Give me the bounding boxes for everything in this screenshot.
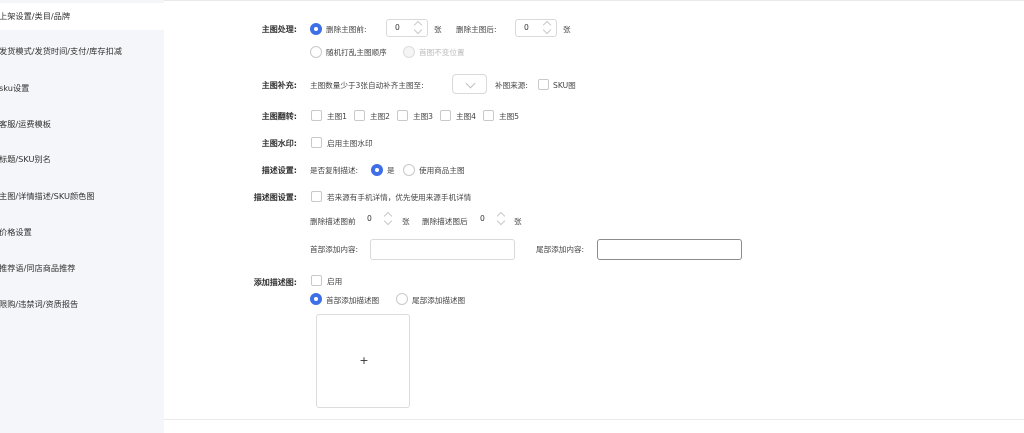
copy-description-yes-radio[interactable] xyxy=(371,164,383,176)
sidebar-item-service-freight[interactable]: 客服/运费模板 xyxy=(0,111,164,138)
sku-image-checkbox[interactable] xyxy=(538,79,549,90)
delete-desc-before-label: 删除描述图前 xyxy=(310,217,356,226)
stepper-arrows-icon[interactable] xyxy=(381,211,397,227)
sidebar-item-label: 主图/详情描述/SKU颜色图 xyxy=(0,191,95,201)
shuffle-main-label: 随机打乱主图顺序 xyxy=(326,48,387,57)
copy-description-yes-label: 是 xyxy=(387,166,395,175)
sidebar-item-label: 标题/SKU别名 xyxy=(0,154,51,164)
tail-content-label: 尾部添加内容: xyxy=(536,245,585,254)
upload-image-box[interactable]: + xyxy=(316,314,410,408)
prefer-mobile-label: 若来源有手机详情，优先使用来源手机详情 xyxy=(327,193,472,202)
main-image-flip-label: 主图翻转: xyxy=(261,112,297,121)
flip-main4-label: 主图4 xyxy=(456,112,477,121)
main-image-fill-desc: 主图数量少于3张自动补齐主图至: xyxy=(310,81,424,90)
tail-add-image-radio[interactable] xyxy=(396,293,408,305)
delete-desc-after-input[interactable]: 0 xyxy=(476,211,510,229)
copy-description-label: 是否复制描述: xyxy=(310,166,359,175)
flip-main5-label: 主图5 xyxy=(499,112,520,121)
sidebar-item-price[interactable]: 价格设置 xyxy=(0,219,164,246)
add-desc-image-enable-label: 启用 xyxy=(327,277,343,286)
sidebar-item-label: 限购/违禁词/资质报告 xyxy=(0,299,79,309)
shuffle-main-radio[interactable] xyxy=(310,46,322,58)
flip-main2-label: 主图2 xyxy=(370,112,391,121)
unit-label: 张 xyxy=(402,217,410,226)
delete-main-after-input[interactable]: 0 xyxy=(515,19,557,37)
delete-main-after-label: 删除主图后: xyxy=(456,25,497,34)
delete-desc-before-input[interactable]: 0 xyxy=(363,211,397,229)
description-settings-label: 描述设置: xyxy=(261,166,297,175)
use-main-image-radio[interactable] xyxy=(403,164,415,176)
add-desc-image-checkbox[interactable] xyxy=(311,275,322,286)
flip-main4-checkbox[interactable] xyxy=(440,110,451,121)
sidebar-item-recommendations[interactable]: 推荐语/同店商品推荐 xyxy=(0,255,164,282)
sidebar-item-shipping-payment-stock[interactable]: 发货模式/发货时间/支付/库存扣减 xyxy=(0,38,164,65)
flip-main1-checkbox[interactable] xyxy=(311,110,322,121)
sidebar-item-label: 上架设置/类目/品牌 xyxy=(0,11,71,21)
delete-main-before-value: 0 xyxy=(395,23,400,32)
tail-content-input[interactable] xyxy=(597,239,742,260)
watermark-enable-label: 启用主图水印 xyxy=(327,139,373,148)
fill-count-select[interactable] xyxy=(452,74,487,94)
head-content-label: 首部添加内容: xyxy=(310,245,359,254)
main-image-processing-label: 主图处理: xyxy=(261,25,297,34)
plus-icon: + xyxy=(359,354,369,367)
main-image-watermark-label: 主图水印: xyxy=(261,139,297,148)
head-add-image-label: 首部添加描述图 xyxy=(326,296,380,305)
delete-desc-after-label: 删除描述图后 xyxy=(422,217,468,226)
stepper-arrows-icon[interactable] xyxy=(494,211,510,227)
sidebar-item-label: 推荐语/同店商品推荐 xyxy=(0,263,76,273)
sidebar-item-title-sku-alias[interactable]: 标题/SKU别名 xyxy=(0,146,164,173)
head-content-input[interactable] xyxy=(370,239,515,260)
stepper-arrows-icon[interactable] xyxy=(411,20,427,36)
sidebar-item-listing-category-brand[interactable]: 上架设置/类目/品牌 xyxy=(0,3,164,30)
watermark-checkbox[interactable] xyxy=(311,137,322,148)
sidebar: 上架设置/类目/品牌 发货模式/发货时间/支付/库存扣减 sku设置 客服/运费… xyxy=(0,0,164,433)
prefer-mobile-checkbox[interactable] xyxy=(311,191,322,202)
sidebar-item-label: 发货模式/发货时间/支付/库存扣减 xyxy=(0,46,122,56)
add-description-image-label: 添加描述图: xyxy=(253,278,297,287)
flip-main3-checkbox[interactable] xyxy=(397,110,408,121)
sidebar-item-sku[interactable]: sku设置 xyxy=(0,75,164,102)
keep-first-label: 首图不变位置 xyxy=(419,48,465,57)
sidebar-item-images-description[interactable]: 主图/详情描述/SKU颜色图 xyxy=(0,183,164,210)
delete-desc-before-value: 0 xyxy=(367,214,372,223)
flip-main3-label: 主图3 xyxy=(413,112,434,121)
description-image-settings-label: 描述图设置: xyxy=(253,193,297,202)
delete-main-before-label: 删除主图前: xyxy=(326,25,367,34)
use-main-image-label: 使用商品主图 xyxy=(419,166,465,175)
sidebar-item-label: 价格设置 xyxy=(0,227,32,237)
bottom-divider xyxy=(164,419,1024,420)
sku-image-label: SKU图 xyxy=(553,81,576,90)
head-add-image-radio[interactable] xyxy=(310,293,322,305)
flip-main1-label: 主图1 xyxy=(327,112,348,121)
unit-label: 张 xyxy=(434,25,442,34)
main-image-fill-label: 主图补充: xyxy=(261,81,297,90)
unit-label: 张 xyxy=(514,217,522,226)
flip-main2-checkbox[interactable] xyxy=(354,110,365,121)
delete-desc-after-value: 0 xyxy=(480,214,485,223)
unit-label: 张 xyxy=(563,25,571,34)
keep-first-radio[interactable] xyxy=(403,46,415,58)
flip-main5-checkbox[interactable] xyxy=(483,110,494,121)
sidebar-item-label: sku设置 xyxy=(0,83,30,93)
sidebar-item-label: 客服/运费模板 xyxy=(0,119,51,129)
tail-add-image-label: 尾部添加描述图 xyxy=(412,296,466,305)
delete-main-before-radio[interactable] xyxy=(310,23,322,35)
fill-source-label: 补图来源: xyxy=(495,81,528,90)
delete-main-before-input[interactable]: 0 xyxy=(386,19,428,37)
delete-main-after-value: 0 xyxy=(524,23,529,32)
top-divider xyxy=(164,0,1024,1)
sidebar-item-limits-forbidden-words[interactable]: 限购/违禁词/资质报告 xyxy=(0,291,164,318)
stepper-arrows-icon[interactable] xyxy=(540,20,556,36)
